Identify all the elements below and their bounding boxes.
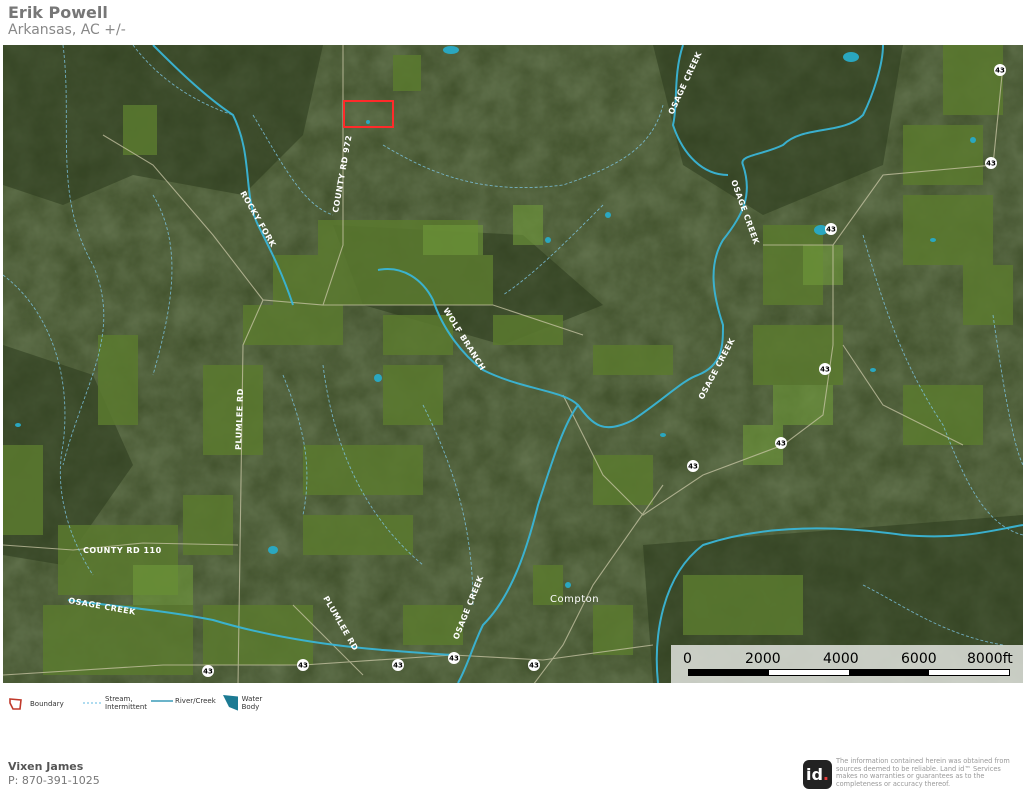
legend-boundary-label: Boundary [30, 700, 64, 708]
agent-phone: P: 870-391-1025 [8, 774, 100, 787]
legend-boundary: Boundary [8, 697, 64, 711]
boundary-icon [9, 698, 22, 710]
legend-water-body-label: Water Body [241, 695, 263, 711]
highway-shield-icon: 43 [819, 363, 831, 375]
legend-river: River/Creek [151, 697, 216, 705]
label-compton: Compton [550, 594, 599, 605]
svg-text:43: 43 [449, 655, 459, 663]
stream-intermittent-icon [83, 702, 103, 704]
legend-river-label: River/Creek [175, 697, 216, 705]
highway-shield-icon: 43 [392, 659, 404, 671]
scale-label-2000: 2000 [745, 651, 781, 667]
svg-text:43: 43 [986, 160, 996, 168]
highway-shield-icon: 43 [687, 460, 699, 472]
scale-label-4000: 4000 [823, 651, 859, 667]
svg-text:43: 43 [776, 440, 786, 448]
header-title: Erik Powell [8, 3, 108, 22]
scale-bar-segment [689, 670, 769, 675]
highway-shield-icon: 43 [297, 659, 309, 671]
svg-text:43: 43 [298, 662, 308, 670]
svg-text:43: 43 [203, 668, 213, 676]
agent-name: Vixen James [8, 760, 84, 773]
svg-text:43: 43 [826, 226, 836, 234]
landid-logo: id. [803, 760, 832, 789]
disclaimer-text: The information contained herein was obt… [836, 757, 1010, 788]
svg-text:43: 43 [688, 463, 698, 471]
highway-shield-icon: 43 [994, 64, 1006, 76]
scale-bar-segment [849, 670, 929, 675]
water-body-icon [223, 695, 238, 711]
highway-shield-icon: 43 [202, 665, 214, 677]
highway-shield-icon: 43 [528, 659, 540, 671]
scale-label-6000: 6000 [901, 651, 937, 667]
scale-bar: 0 2000 4000 6000 8000ft [671, 645, 1023, 683]
label-county-rd-110: COUNTY RD 110 [83, 546, 162, 555]
svg-text:43: 43 [529, 662, 539, 670]
header-subtitle: Arkansas, AC +/- [8, 22, 126, 38]
map-canvas: COUNTY RD 972 ROCKY FORK WOLF BRANCH OSA… [3, 45, 1023, 683]
highway-shield-icon: 43 [775, 437, 787, 449]
scale-label-0: 0 [683, 651, 692, 667]
scale-bar-track [688, 669, 1010, 676]
highway-shield-icon: 43 [825, 223, 837, 235]
svg-text:43: 43 [820, 366, 830, 374]
highway-shield-icon: 43 [448, 652, 460, 664]
legend-water-body: Water Body [221, 693, 270, 713]
svg-text:43: 43 [393, 662, 403, 670]
legend-stream: Stream, Intermittent [83, 695, 147, 711]
river-icon [151, 700, 173, 702]
svg-text:43: 43 [995, 67, 1005, 75]
scale-label-8000: 8000ft [967, 651, 1013, 667]
legend-stream-label: Stream, Intermittent [105, 695, 148, 711]
highway-shield-icon: 43 [985, 157, 997, 169]
satellite-map[interactable]: COUNTY RD 972 ROCKY FORK WOLF BRANCH OSA… [3, 45, 1023, 683]
